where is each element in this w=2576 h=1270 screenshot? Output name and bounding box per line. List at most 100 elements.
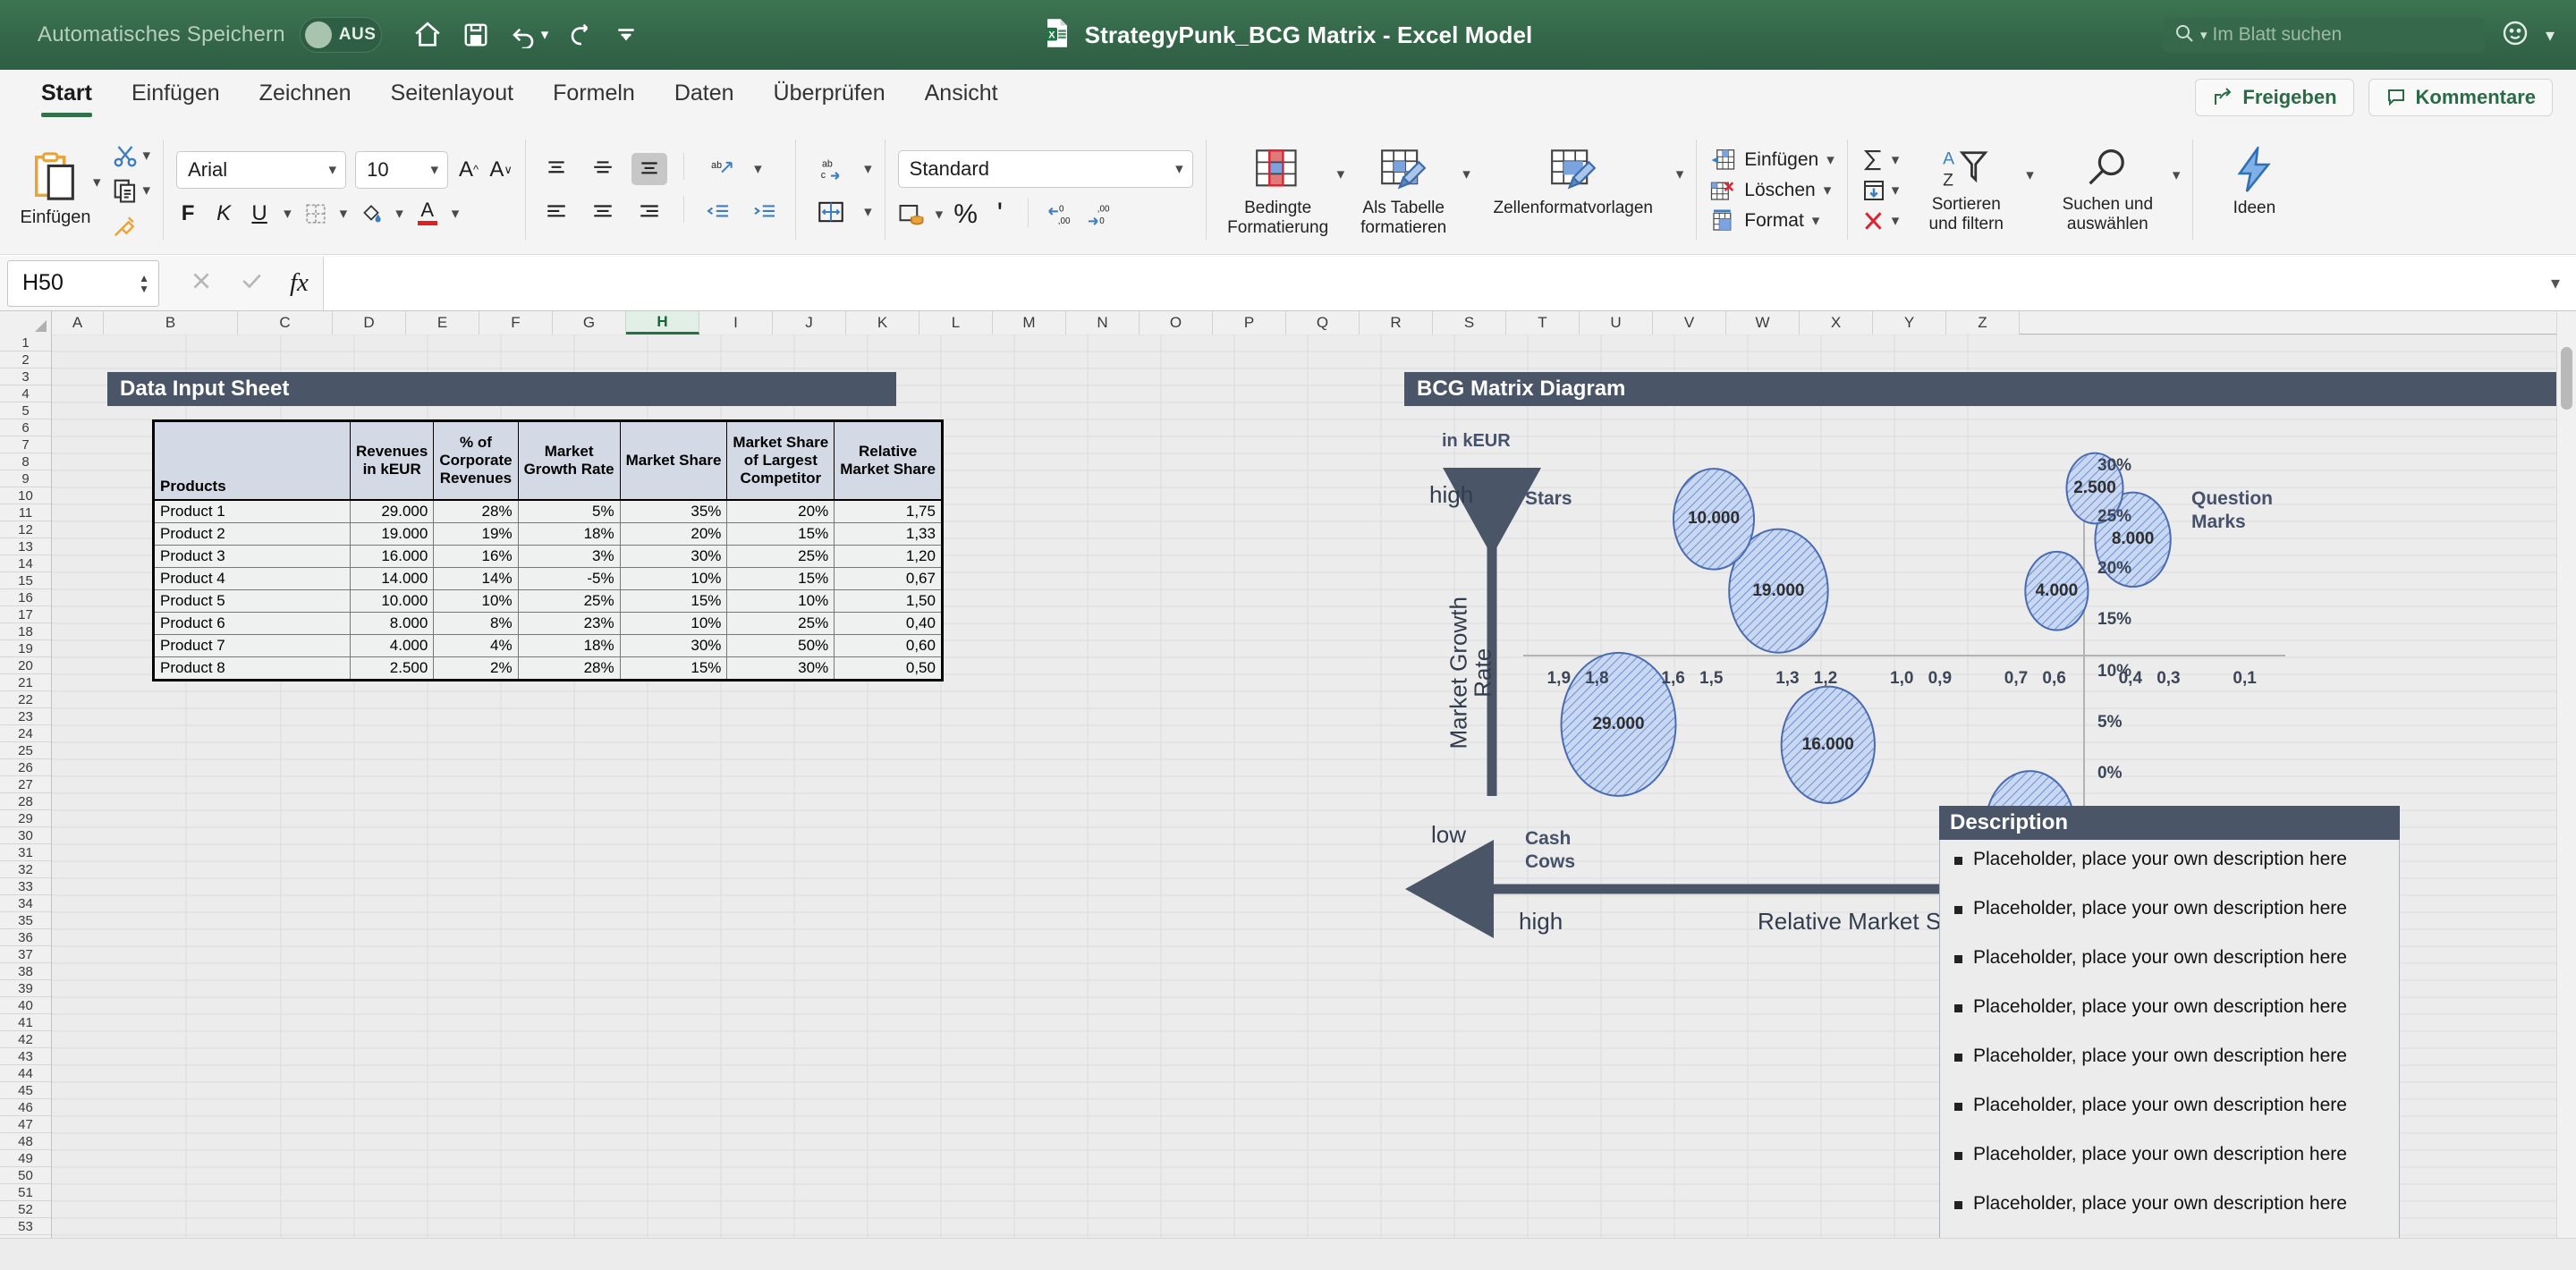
tab-einfuegen[interactable]: Einfügen (112, 70, 240, 125)
row-header-41[interactable]: 41 (0, 1014, 51, 1031)
column-header-o[interactable]: O (1140, 311, 1213, 334)
text-orientation-button[interactable]: ab (700, 153, 743, 185)
row-header-7[interactable]: 7 (0, 436, 51, 453)
row-header-13[interactable]: 13 (0, 538, 51, 555)
column-header-c[interactable]: C (238, 311, 333, 334)
select-all-corner[interactable] (0, 311, 52, 334)
column-header-a[interactable]: A (52, 311, 104, 334)
tab-seitenlayout[interactable]: Seitenlayout (371, 70, 534, 125)
sort-filter-button[interactable]: A Z Sortieren und filtern (1899, 134, 2033, 246)
font-size-select[interactable]: 10 ▾ (355, 150, 449, 189)
increase-decimal-button[interactable]: 0,00 (1045, 199, 1073, 231)
autosave-toggle[interactable]: AUS (299, 17, 382, 53)
titlebar-chevron-icon[interactable]: ▾ (2546, 24, 2555, 47)
underline-chevron-icon[interactable]: ▾ (284, 205, 292, 223)
row-header-32[interactable]: 32 (0, 861, 51, 878)
decrease-decimal-button[interactable]: ,00 0 (1084, 199, 1113, 231)
bubble[interactable] (1672, 468, 1756, 571)
tab-daten[interactable]: Daten (655, 70, 754, 125)
currency-format-button[interactable] (898, 199, 925, 231)
row-header-9[interactable]: 9 (0, 470, 51, 487)
cut-button[interactable]: ▾ (112, 142, 150, 169)
align-right-button[interactable] (631, 196, 667, 228)
bubble[interactable] (1560, 651, 1677, 797)
column-header-w[interactable]: W (1726, 311, 1800, 334)
redo-icon[interactable] (568, 21, 595, 49)
insert-cells-button[interactable]: Einfügen ▾ (1709, 148, 1835, 173)
row-header-27[interactable]: 27 (0, 776, 51, 793)
row-header-38[interactable]: 38 (0, 963, 51, 980)
column-header-r[interactable]: R (1360, 311, 1433, 334)
column-header-p[interactable]: P (1213, 311, 1286, 334)
borders-button[interactable] (304, 198, 327, 230)
row-header-49[interactable]: 49 (0, 1150, 51, 1167)
row-header-45[interactable]: 45 (0, 1082, 51, 1099)
row-header-14[interactable]: 14 (0, 555, 51, 572)
row-header-19[interactable]: 19 (0, 640, 51, 657)
row-header-43[interactable]: 43 (0, 1048, 51, 1065)
row-header-40[interactable]: 40 (0, 997, 51, 1014)
font-color-chevron-icon[interactable]: ▾ (452, 205, 460, 223)
find-select-button[interactable]: Suchen und auswählen (2034, 134, 2182, 246)
tab-formeln[interactable]: Formeln (533, 70, 655, 125)
cancel-icon[interactable] (190, 269, 213, 297)
sheet-search[interactable]: ▾ (2162, 18, 2485, 52)
row-header-31[interactable]: 31 (0, 844, 51, 861)
home-icon[interactable] (412, 20, 443, 50)
column-header-v[interactable]: V (1653, 311, 1726, 334)
fill-button[interactable]: ▾ (1860, 178, 1899, 203)
column-header-q[interactable]: Q (1286, 311, 1360, 334)
orientation-chevron-icon[interactable]: ▾ (754, 160, 762, 178)
format-painter-button[interactable] (112, 212, 151, 239)
undo-icon[interactable]: ▾ (509, 21, 548, 48)
row-header-50[interactable]: 50 (0, 1167, 51, 1184)
align-center-button[interactable] (585, 196, 621, 228)
bold-button[interactable]: F (176, 198, 199, 230)
copy-button[interactable]: ▾ (112, 177, 150, 204)
row-header-23[interactable]: 23 (0, 708, 51, 725)
table-row[interactable]: Product 3 16.000 16% 3% 30% 25% 1,20 (153, 544, 943, 568)
fill-color-button[interactable] (360, 198, 383, 230)
column-header-y[interactable]: Y (1873, 311, 1946, 334)
insert-chevron-icon[interactable]: ▾ (1826, 151, 1835, 169)
merge-chevron-icon[interactable]: ▾ (864, 203, 872, 221)
column-header-f[interactable]: F (479, 311, 553, 334)
currency-chevron-icon[interactable]: ▾ (936, 206, 944, 224)
column-header-t[interactable]: T (1506, 311, 1580, 334)
name-box[interactable]: H50 ▲ ▼ (7, 259, 159, 307)
row-header-21[interactable]: 21 (0, 674, 51, 691)
align-left-button[interactable] (538, 196, 574, 228)
align-bottom-button[interactable] (631, 152, 668, 185)
align-middle-button[interactable] (585, 153, 621, 185)
column-header-j[interactable]: J (773, 311, 846, 334)
table-row[interactable]: Product 6 8.000 8% 23% 10% 25% 0,40 (153, 611, 943, 635)
italic-button[interactable]: K (212, 198, 235, 230)
table-row[interactable]: Product 1 29.000 28% 5% 35% 20% 1,75 (153, 498, 943, 523)
row-header-11[interactable]: 11 (0, 504, 51, 521)
font-color-button[interactable]: A (416, 198, 439, 230)
description-body[interactable]: Placeholder, place your own description … (1939, 840, 2400, 1238)
column-header-z[interactable]: Z (1946, 311, 2020, 334)
tab-zeichnen[interactable]: Zeichnen (240, 70, 371, 125)
column-header-i[interactable]: I (699, 311, 773, 334)
row-header-42[interactable]: 42 (0, 1031, 51, 1048)
merge-cells-button[interactable] (809, 196, 853, 228)
format-chevron-icon[interactable]: ▾ (1812, 212, 1820, 230)
row-header-18[interactable]: 18 (0, 623, 51, 640)
row-header-5[interactable]: 5 (0, 402, 51, 419)
save-icon[interactable] (462, 21, 489, 48)
column-header-k[interactable]: K (846, 311, 919, 334)
row-header-44[interactable]: 44 (0, 1065, 51, 1082)
row-header-22[interactable]: 22 (0, 691, 51, 708)
paste-chevron-icon[interactable]: ▾ (93, 174, 101, 191)
row-header-29[interactable]: 29 (0, 810, 51, 827)
row-header-16[interactable]: 16 (0, 589, 51, 606)
row-header-26[interactable]: 26 (0, 759, 51, 776)
underline-button[interactable]: U (248, 198, 271, 230)
tab-ueberpruefen[interactable]: Überprüfen (754, 70, 905, 125)
row-header-51[interactable]: 51 (0, 1184, 51, 1201)
row-header-2[interactable]: 2 (0, 351, 51, 368)
row-header-37[interactable]: 37 (0, 946, 51, 963)
table-row[interactable]: Product 2 19.000 19% 18% 20% 15% 1,33 (153, 521, 943, 546)
row-header-47[interactable]: 47 (0, 1116, 51, 1133)
